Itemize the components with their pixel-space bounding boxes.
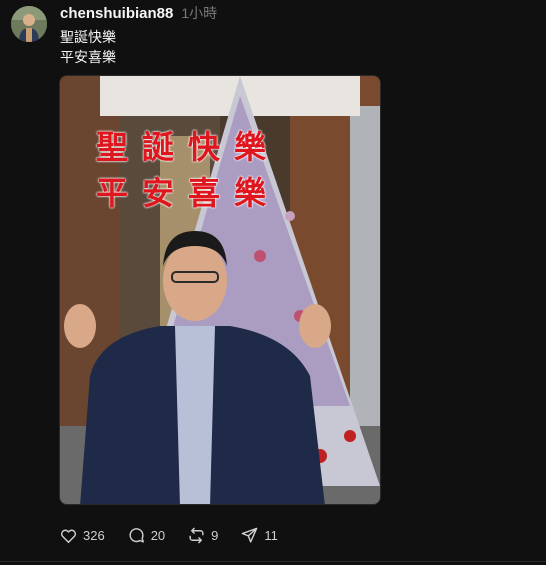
image-overlay-line1: 聖誕快樂 xyxy=(96,128,281,166)
repost-icon xyxy=(189,527,204,544)
repost-button[interactable]: 9 xyxy=(187,526,218,545)
share-button[interactable]: 11 xyxy=(240,526,278,545)
image-overlay-line2: 平安喜樂 xyxy=(96,174,281,212)
like-button[interactable]: 326 xyxy=(59,526,105,545)
username[interactable]: chenshuibian88 xyxy=(60,5,173,22)
post-divider xyxy=(0,561,546,562)
share-count: 11 xyxy=(264,528,278,543)
comment-button[interactable]: 20 xyxy=(127,526,165,545)
post-text-line: 聖誕快樂 xyxy=(60,29,116,45)
post-header: chenshuibian88 1小時 xyxy=(60,3,217,23)
avatar[interactable] xyxy=(11,6,47,42)
post-text-line: 平安喜樂 xyxy=(60,49,116,65)
post-actions: 326 20 9 11 xyxy=(59,526,300,545)
comment-count: 20 xyxy=(150,528,166,543)
post-photo[interactable]: 聖誕快樂 平安喜樂 xyxy=(59,75,381,505)
heart-icon xyxy=(60,529,77,543)
post-text: 聖誕快樂 平安喜樂 xyxy=(60,27,116,67)
comment-icon xyxy=(129,528,144,543)
like-count: 326 xyxy=(83,528,105,543)
share-icon xyxy=(242,527,258,543)
post-time: 1小時 xyxy=(181,5,218,21)
repost-count: 9 xyxy=(211,528,219,543)
